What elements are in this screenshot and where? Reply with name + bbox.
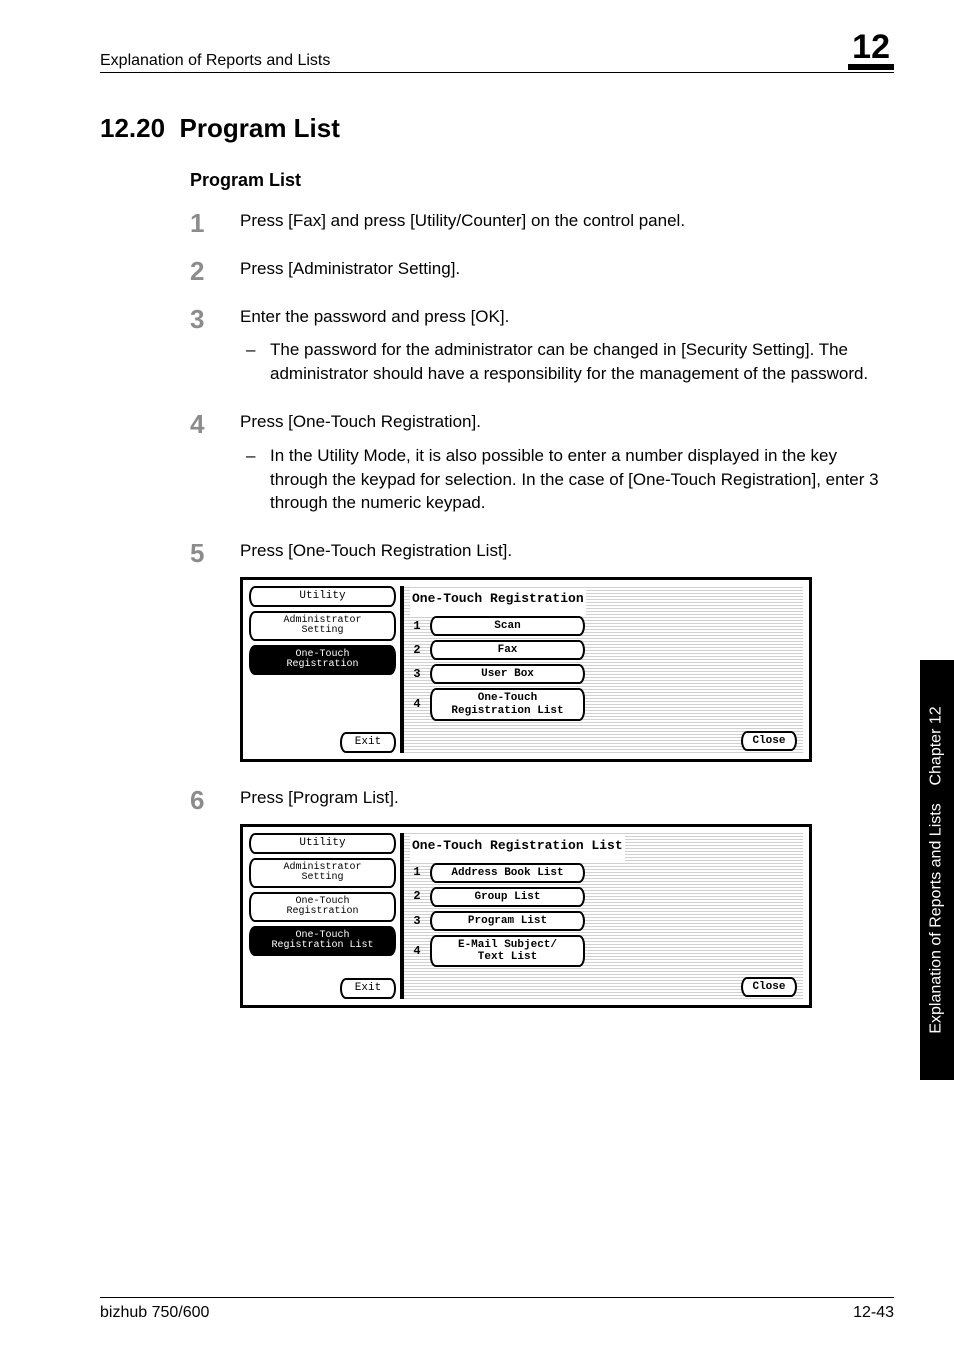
panel1-title: One-Touch Registration xyxy=(410,588,586,616)
menu-row: 2 Group List xyxy=(410,887,797,907)
step-3-note: The password for the administrator can b… xyxy=(240,338,894,386)
step-text: Press [Fax] and press [Utility/Counter] … xyxy=(240,211,685,230)
menu-row: 1 Scan xyxy=(410,616,797,636)
subsection-title: Program List xyxy=(190,170,894,191)
step-2: Press [Administrator Setting]. xyxy=(190,257,894,281)
page: Explanation of Reports and Lists 12 12.2… xyxy=(0,0,954,1352)
step-4: Press [One-Touch Registration]. In the U… xyxy=(190,410,894,515)
step-4-note: In the Utility Mode, it is also possible… xyxy=(240,444,894,515)
steps-list: Press [Fax] and press [Utility/Counter] … xyxy=(190,209,894,1008)
one-touch-registration-button[interactable]: One-Touch Registration xyxy=(249,892,396,922)
exit-button[interactable]: Exit xyxy=(340,732,396,753)
footer: bizhub 750/600 12-43 xyxy=(100,1297,894,1322)
panel2-main: One-Touch Registration List 1 Address Bo… xyxy=(404,833,803,1000)
menu-num: 2 xyxy=(410,888,424,905)
panel2-sidebar: Utility Administrator Setting One-Touch … xyxy=(249,833,404,1000)
footer-right: 12-43 xyxy=(853,1304,894,1322)
menu-row: 3 Program List xyxy=(410,911,797,931)
menu-row: 4 One-Touch Registration List xyxy=(410,688,797,720)
header: Explanation of Reports and Lists 12 xyxy=(100,30,894,73)
one-touch-registration-list-button[interactable]: One-Touch Registration List xyxy=(430,688,585,720)
one-touch-registration-button[interactable]: One-Touch Registration xyxy=(249,645,396,675)
panel1-main: One-Touch Registration 1 Scan 2 Fax 3 Us xyxy=(404,586,803,753)
menu-row: 1 Address Book List xyxy=(410,863,797,883)
step-6: Press [Program List]. Utility Administra… xyxy=(190,786,894,1009)
step-text: Press [One-Touch Registration List]. xyxy=(240,541,512,560)
step-text: Press [One-Touch Registration]. xyxy=(240,412,481,431)
program-list-button[interactable]: Program List xyxy=(430,911,585,931)
menu-num: 4 xyxy=(410,696,424,713)
menu-row: 4 E-Mail Subject/ Text List xyxy=(410,935,797,967)
menu-num: 3 xyxy=(410,666,424,683)
exit-button[interactable]: Exit xyxy=(340,978,396,999)
scan-button[interactable]: Scan xyxy=(430,616,585,636)
section-number: 12.20 xyxy=(100,113,165,143)
menu-num: 4 xyxy=(410,943,424,960)
one-touch-registration-list-button[interactable]: One-Touch Registration List xyxy=(249,926,396,956)
menu-row: 3 User Box xyxy=(410,664,797,684)
close-button[interactable]: Close xyxy=(741,731,797,751)
running-header: Explanation of Reports and Lists xyxy=(100,52,330,70)
step-5: Press [One-Touch Registration List]. Uti… xyxy=(190,539,894,762)
email-subject-text-list-button[interactable]: E-Mail Subject/ Text List xyxy=(430,935,585,967)
step-text: Enter the password and press [OK]. xyxy=(240,307,509,326)
group-list-button[interactable]: Group List xyxy=(430,887,585,907)
utility-button[interactable]: Utility xyxy=(249,833,396,854)
footer-left: bizhub 750/600 xyxy=(100,1304,209,1322)
step-text: Press [Program List]. xyxy=(240,788,399,807)
administrator-setting-button[interactable]: Administrator Setting xyxy=(249,611,396,641)
panel1-sidebar: Utility Administrator Setting One-Touch … xyxy=(249,586,404,753)
fax-button[interactable]: Fax xyxy=(430,640,585,660)
menu-num: 3 xyxy=(410,913,424,930)
administrator-setting-button[interactable]: Administrator Setting xyxy=(249,858,396,888)
chapter-badge: 12 xyxy=(848,30,894,70)
side-tab-text: Explanation of Reports and Lists Chapter… xyxy=(928,706,946,1033)
utility-panel-2: Utility Administrator Setting One-Touch … xyxy=(240,824,812,1009)
menu-num: 1 xyxy=(410,618,424,635)
menu-num: 2 xyxy=(410,642,424,659)
panel2-title: One-Touch Registration List xyxy=(410,835,625,863)
user-box-button[interactable]: User Box xyxy=(430,664,585,684)
address-book-list-button[interactable]: Address Book List xyxy=(430,863,585,883)
section-title: 12.20 Program List xyxy=(100,113,894,144)
close-button[interactable]: Close xyxy=(741,977,797,997)
menu-row: 2 Fax xyxy=(410,640,797,660)
section-name: Program List xyxy=(180,113,340,143)
step-text: Press [Administrator Setting]. xyxy=(240,259,460,278)
menu-num: 1 xyxy=(410,864,424,881)
side-tab: Explanation of Reports and Lists Chapter… xyxy=(920,660,954,1080)
utility-panel-1: Utility Administrator Setting One-Touch … xyxy=(240,577,812,762)
step-1: Press [Fax] and press [Utility/Counter] … xyxy=(190,209,894,233)
utility-button[interactable]: Utility xyxy=(249,586,396,607)
step-3: Enter the password and press [OK]. The p… xyxy=(190,305,894,386)
